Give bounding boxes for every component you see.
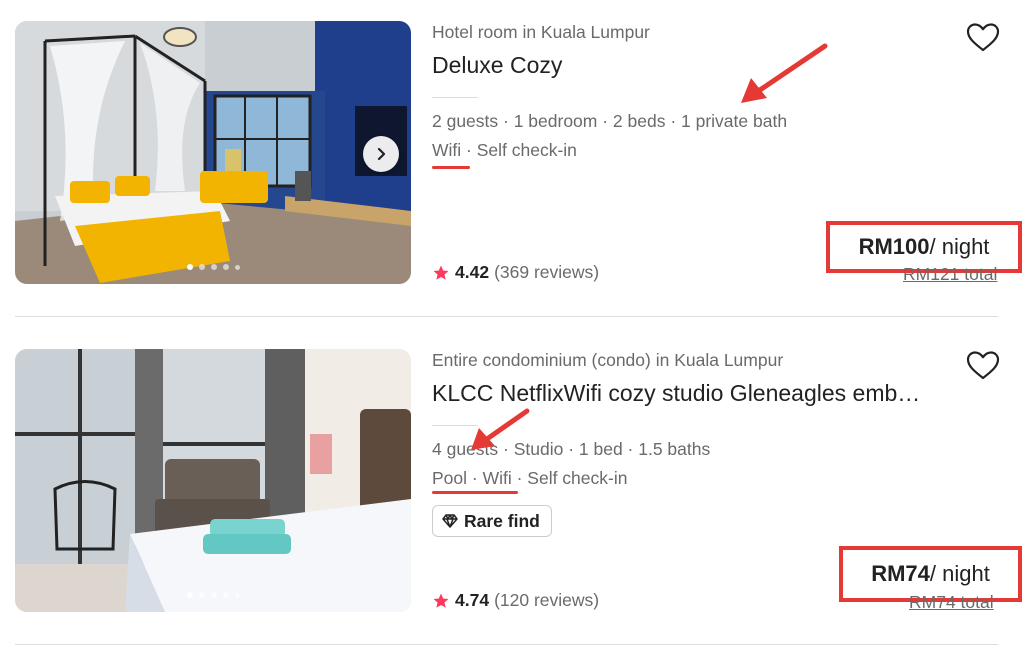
photo-dot[interactable]: [222, 592, 229, 598]
next-photo-button[interactable]: [363, 136, 399, 172]
photo-dot[interactable]: [210, 264, 217, 270]
photo-dot[interactable]: [210, 592, 217, 598]
listing-photo[interactable]: [15, 349, 411, 612]
listing-title[interactable]: KLCC NetflixWifi cozy studio Gleneagles …: [432, 380, 952, 407]
divider: [432, 97, 478, 98]
amenity-rest: · Self check-in: [461, 140, 577, 160]
annotation-underline: [432, 491, 518, 494]
listing-title[interactable]: Deluxe Cozy: [432, 52, 952, 79]
photo-pagination: [15, 264, 411, 270]
listing-type: Hotel room in Kuala Lumpur: [432, 22, 650, 42]
chevron-right-icon: [377, 147, 386, 161]
annotation-arrow: [471, 408, 530, 450]
badge-label: Rare find: [464, 510, 540, 531]
price-amount: RM100: [858, 234, 930, 259]
price-amount: RM74: [871, 561, 930, 586]
photo-dot[interactable]: [234, 592, 240, 598]
rating-score: 4.74: [455, 590, 490, 610]
rating-score: 4.42: [455, 262, 490, 282]
listing-photo[interactable]: [15, 21, 411, 284]
heart-outline-icon[interactable]: [966, 22, 1000, 52]
annotation-arrow: [741, 43, 828, 103]
diamond-icon: [442, 514, 458, 528]
listing-card[interactable]: Hotel room in Kuala Lumpur Deluxe Cozy 2…: [0, 0, 1024, 330]
review-count: (120 reviews): [494, 590, 600, 610]
photo-dot[interactable]: [198, 264, 205, 270]
listing-amenities: Pool · Wifi · Self check-in: [432, 468, 627, 489]
photo-dot[interactable]: [186, 264, 193, 270]
listing-type: Entire condominium (condo) in Kuala Lump…: [432, 350, 784, 370]
listing-divider: [15, 644, 998, 645]
price-total-link[interactable]: RM121 total: [903, 264, 997, 285]
listing-amenities: Wifi · Self check-in: [432, 140, 577, 161]
review-count: (369 reviews): [494, 262, 600, 282]
rare-find-badge: Rare find: [432, 505, 552, 537]
price-total-link[interactable]: RM74 total: [909, 592, 994, 613]
rating: 4.74 (120 reviews): [432, 590, 599, 611]
photo-dot[interactable]: [222, 264, 229, 270]
price-unit: / night: [929, 561, 990, 586]
photo-dot[interactable]: [186, 592, 193, 598]
annotation-underline: [432, 166, 470, 169]
amenity-rest: · Self check-in: [511, 468, 628, 488]
rating: 4.42 (369 reviews): [432, 262, 599, 283]
amenity-highlighted: Wifi: [432, 140, 462, 160]
listing-details: 2 guests · 1 bedroom · 2 beds · 1 privat…: [432, 111, 788, 131]
listing-divider: [15, 316, 998, 317]
photo-dot[interactable]: [198, 592, 205, 598]
star-icon: [433, 265, 449, 280]
price-unit: / night: [929, 234, 990, 259]
star-icon: [433, 593, 449, 608]
photo-dot[interactable]: [234, 264, 240, 270]
amenity-highlighted: Pool · Wifi: [432, 468, 512, 488]
listing-card[interactable]: Entire condominium (condo) in Kuala Lump…: [0, 328, 1024, 658]
photo-pagination: [15, 592, 411, 598]
heart-outline-icon[interactable]: [966, 350, 1000, 380]
